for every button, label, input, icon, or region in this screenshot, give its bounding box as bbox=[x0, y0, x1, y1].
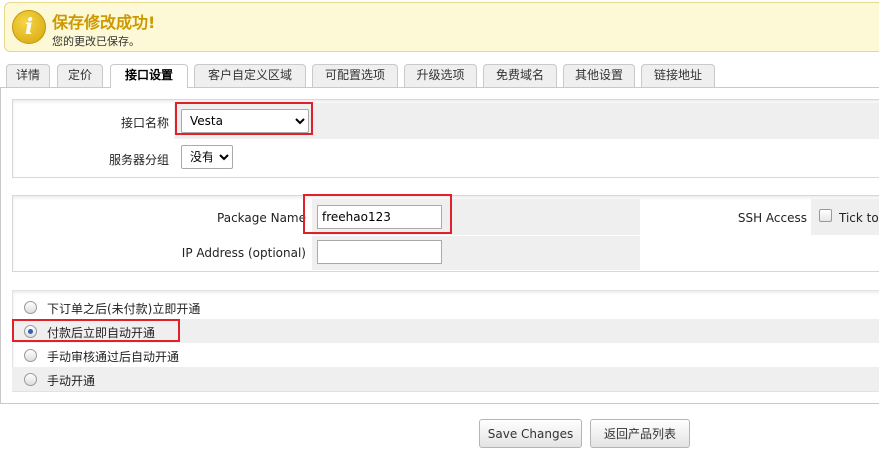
radio-button-checked[interactable] bbox=[24, 325, 37, 338]
module-name-label: 接口名称 bbox=[120, 116, 169, 130]
tab-bar: 详情 定价 接口设置 客户自定义区域 可配置选项 升级选项 免费域名 其他设置 … bbox=[0, 64, 879, 88]
server-group-row: 服务器分组 没有 bbox=[13, 140, 879, 176]
module-name-select[interactable]: Vesta bbox=[181, 109, 309, 133]
tab-details[interactable]: 详情 bbox=[6, 64, 50, 87]
tab-upgrades[interactable]: 升级选项 bbox=[404, 64, 477, 87]
setup-option-3[interactable]: 手动审核通过后自动开通 bbox=[12, 343, 879, 367]
ssh-access-checkbox[interactable] bbox=[819, 209, 832, 222]
setup-option-4[interactable]: 手动开通 bbox=[12, 367, 879, 391]
module-settings-box: 接口名称 Vesta 服务器分组 没有 bbox=[12, 99, 879, 178]
radio-button[interactable] bbox=[24, 373, 37, 386]
setup-option-label: 下订单之后(未付款)立即开通 bbox=[47, 302, 201, 316]
module-name-row: 接口名称 Vesta bbox=[13, 103, 879, 139]
tab-configurable-options[interactable]: 可配置选项 bbox=[312, 64, 398, 87]
alert-message: 您的更改已保存。 bbox=[52, 35, 140, 48]
setup-option-label: 手动审核通过后自动开通 bbox=[47, 350, 180, 364]
alert-title: 保存修改成功! bbox=[52, 13, 156, 32]
module-config-box: Package Name IP Address (optional) SSH A… bbox=[12, 195, 879, 272]
ip-address-label: IP Address (optional) bbox=[181, 246, 306, 260]
ip-address-input[interactable] bbox=[317, 240, 442, 264]
tab-free-domain[interactable]: 免费域名 bbox=[483, 64, 557, 87]
tab-custom-fields[interactable]: 客户自定义区域 bbox=[194, 64, 306, 87]
setup-option-1[interactable]: 下订单之后(未付款)立即开通 bbox=[12, 295, 879, 319]
save-changes-button[interactable]: Save Changes bbox=[479, 419, 582, 448]
setup-option-2[interactable]: 付款后立即自动开通 bbox=[12, 319, 879, 343]
success-alert: i 保存修改成功! 您的更改已保存。 bbox=[4, 2, 879, 52]
server-group-label: 服务器分组 bbox=[108, 153, 169, 167]
tab-module-settings[interactable]: 接口设置 bbox=[110, 64, 188, 88]
tab-other[interactable]: 其他设置 bbox=[563, 64, 635, 87]
ssh-access-label: SSH Access bbox=[737, 211, 807, 225]
server-group-select[interactable]: 没有 bbox=[181, 145, 233, 169]
tab-pricing[interactable]: 定价 bbox=[57, 64, 103, 87]
back-to-products-button[interactable]: 返回产品列表 bbox=[590, 419, 690, 448]
radio-button[interactable] bbox=[24, 301, 37, 314]
setup-option-label: 手动开通 bbox=[47, 374, 96, 388]
ssh-access-checkbox-label: Tick to bbox=[839, 211, 879, 225]
radio-button[interactable] bbox=[24, 349, 37, 362]
package-name-input[interactable] bbox=[317, 205, 442, 229]
setup-option-label: 付款后立即自动开通 bbox=[47, 326, 156, 340]
tab-links[interactable]: 链接地址 bbox=[641, 64, 715, 87]
package-name-label: Package Name bbox=[217, 211, 306, 225]
info-icon: i bbox=[12, 10, 46, 44]
